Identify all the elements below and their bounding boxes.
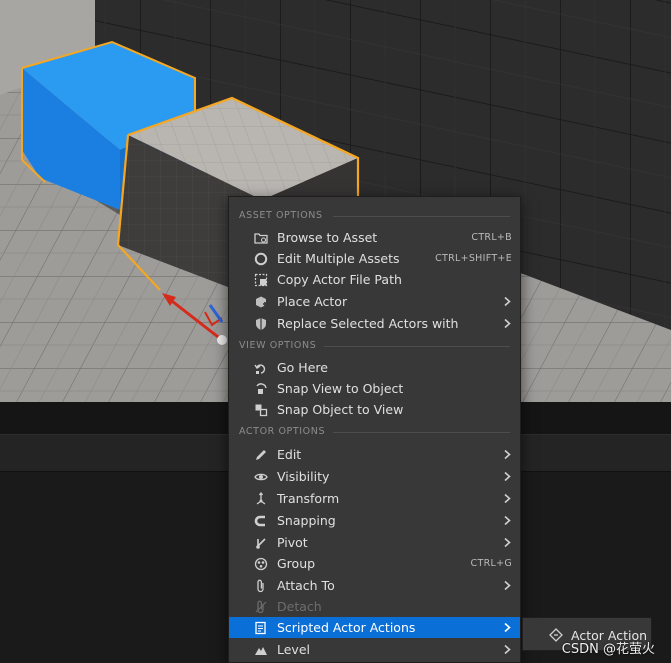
- section-header-asset-options: ASSET OPTIONS: [229, 206, 520, 226]
- menu-item-label: Edit Multiple Assets: [277, 251, 400, 266]
- menu-item-shortcut: CTRL+G: [470, 558, 512, 569]
- menu-item-transform[interactable]: Transform: [229, 488, 520, 509]
- magnet-icon: [253, 513, 268, 528]
- copy-path-icon: [253, 272, 268, 287]
- transform-icon: [253, 491, 268, 506]
- pencil-icon: [253, 447, 268, 462]
- chevron-right-icon: [504, 580, 511, 591]
- menu-item-label: Edit: [277, 447, 302, 462]
- section-title: ASSET OPTIONS: [239, 210, 323, 221]
- chevron-right-icon: [504, 318, 511, 329]
- section-divider: [324, 346, 510, 347]
- menu-item-edit-multiple-assets[interactable]: Edit Multiple Assets CTRL+SHIFT+E: [229, 248, 520, 269]
- menu-item-label: Go Here: [277, 360, 328, 375]
- chevron-right-icon: [504, 471, 511, 482]
- menu-item-level[interactable]: Level: [229, 639, 520, 660]
- pivot-icon: [253, 535, 268, 550]
- browse-folder-icon: [253, 230, 268, 245]
- group-icon: [253, 556, 268, 571]
- menu-item-label: Place Actor: [277, 294, 348, 309]
- menu-item-group[interactable]: Group CTRL+G: [229, 553, 520, 574]
- chevron-right-icon: [504, 493, 511, 504]
- eye-icon: [253, 469, 268, 484]
- section-header-actor-options: ACTOR OPTIONS: [229, 422, 520, 442]
- menu-item-label: Detach: [277, 599, 322, 614]
- menu-item-attach-to[interactable]: Attach To: [229, 575, 520, 596]
- snap-view-icon: [253, 381, 268, 396]
- menu-item-snapping[interactable]: Snapping: [229, 510, 520, 531]
- menu-item-label: Copy Actor File Path: [277, 272, 402, 287]
- menu-item-snap-view-to-object[interactable]: Snap View to Object: [229, 378, 520, 399]
- level-icon: [253, 642, 268, 657]
- menu-item-label: Visibility: [277, 469, 330, 484]
- chevron-right-icon: [504, 515, 511, 526]
- script-icon: [253, 620, 268, 635]
- menu-item-go-here[interactable]: Go Here: [229, 357, 520, 378]
- menu-item-label: Pivot: [277, 535, 308, 550]
- menu-item-shortcut: CTRL+SHIFT+E: [435, 253, 512, 264]
- actor-context-menu: ASSET OPTIONS Browse to Asset CTRL+B Edi…: [228, 196, 521, 663]
- menu-item-detach: Detach: [229, 596, 520, 617]
- menu-item-label: Level: [277, 642, 310, 657]
- menu-item-visibility[interactable]: Visibility: [229, 466, 520, 487]
- go-here-icon: [253, 360, 268, 375]
- menu-item-label: Snapping: [277, 513, 336, 528]
- section-divider: [333, 432, 510, 433]
- menu-item-label: Group: [277, 556, 316, 571]
- section-header-view-options: VIEW OPTIONS: [229, 336, 520, 356]
- menu-item-browse-to-asset[interactable]: Browse to Asset CTRL+B: [229, 227, 520, 248]
- menu-item-copy-actor-file-path[interactable]: Copy Actor File Path: [229, 269, 520, 290]
- menu-item-label: Snap View to Object: [277, 381, 404, 396]
- detach-icon: [253, 599, 268, 614]
- menu-item-shortcut: CTRL+B: [471, 232, 512, 243]
- section-title: ACTOR OPTIONS: [239, 426, 326, 437]
- menu-item-label: Scripted Actor Actions: [277, 620, 416, 635]
- place-actor-icon: [253, 294, 268, 309]
- menu-item-pivot[interactable]: Pivot: [229, 532, 520, 553]
- menu-item-place-actor[interactable]: Place Actor: [229, 291, 520, 312]
- chevron-right-icon: [504, 644, 511, 655]
- menu-item-replace-selected-actors-with[interactable]: Replace Selected Actors with: [229, 313, 520, 334]
- menu-item-snap-object-to-view[interactable]: Snap Object to View: [229, 399, 520, 420]
- menu-item-label: Transform: [277, 491, 340, 506]
- replace-shield-icon: [253, 316, 268, 331]
- chevron-right-icon: [504, 537, 511, 548]
- menu-item-label: Browse to Asset: [277, 230, 378, 245]
- snap-object-icon: [253, 402, 268, 417]
- menu-item-label: Snap Object to View: [277, 402, 404, 417]
- chevron-right-icon: [504, 449, 511, 460]
- section-title: VIEW OPTIONS: [239, 340, 317, 351]
- menu-item-scripted-actor-actions[interactable]: Scripted Actor Actions: [229, 617, 520, 638]
- watermark-text: CSDN @花萤火: [561, 642, 655, 657]
- chevron-right-icon: [504, 622, 511, 633]
- paperclip-icon: [253, 578, 268, 593]
- menu-item-label: Replace Selected Actors with: [277, 316, 459, 331]
- section-divider: [333, 216, 510, 217]
- menu-item-edit[interactable]: Edit: [229, 444, 520, 465]
- chevron-right-icon: [504, 296, 511, 307]
- menu-item-label: Attach To: [277, 578, 335, 593]
- circle-icon: [253, 251, 268, 266]
